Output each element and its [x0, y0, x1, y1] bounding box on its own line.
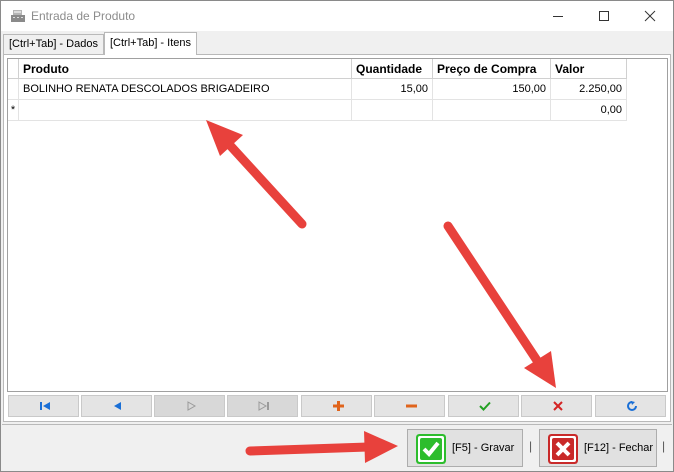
cash-register-icon	[11, 10, 25, 22]
column-header-quantidade[interactable]: Quantidade	[352, 59, 433, 79]
nav-refresh-button[interactable]	[595, 395, 666, 417]
minimize-button[interactable]	[535, 1, 581, 31]
prior-icon	[114, 402, 121, 410]
footer-bar: [F5] - Gravar | [F12] - Fechar |	[2, 424, 672, 471]
column-header-produto[interactable]: Produto	[19, 59, 352, 79]
cell-quantidade[interactable]	[352, 100, 433, 121]
cell-preco[interactable]	[433, 100, 551, 121]
window-title: Entrada de Produto	[31, 9, 136, 23]
separator: |	[529, 439, 533, 453]
row-indicator	[8, 79, 19, 100]
entrada-produto-window: Entrada de Produto [Ctrl+Tab] - Dados [C…	[0, 0, 674, 472]
maximize-button[interactable]	[581, 1, 627, 31]
row-indicator: *	[8, 100, 19, 121]
tab-strip: [Ctrl+Tab] - Dados [Ctrl+Tab] - Itens	[1, 31, 673, 55]
first-icon	[40, 402, 50, 410]
nav-next-button[interactable]	[154, 395, 225, 417]
db-navigator	[8, 395, 668, 417]
separator: |	[662, 439, 666, 453]
post-icon	[479, 401, 491, 411]
check-icon	[416, 434, 446, 464]
insert-icon	[333, 401, 344, 411]
tab-itens[interactable]: [Ctrl+Tab] - Itens	[104, 32, 198, 55]
nav-post-button[interactable]	[448, 395, 519, 417]
column-header-preco[interactable]: Preço de Compra	[433, 59, 551, 79]
items-panel: Produto Quantidade Preço de Compra Valor…	[3, 54, 671, 422]
maximize-icon	[599, 11, 609, 21]
close-button[interactable]: [F12] - Fechar	[539, 429, 657, 467]
cell-valor[interactable]: 0,00	[551, 100, 627, 121]
next-icon	[187, 401, 197, 411]
nav-prior-button[interactable]	[81, 395, 152, 417]
nav-cancel-button[interactable]	[521, 395, 592, 417]
cell-quantidade[interactable]: 15,00	[352, 79, 433, 100]
cell-produto[interactable]: BOLINHO RENATA DESCOLADOS BRIGADEIRO	[19, 79, 352, 100]
cell-valor[interactable]: 2.250,00	[551, 79, 627, 100]
nav-first-button[interactable]	[8, 395, 79, 417]
nav-insert-button[interactable]	[301, 395, 372, 417]
header-indicator	[8, 59, 19, 79]
tab-dados[interactable]: [Ctrl+Tab] - Dados	[3, 34, 104, 54]
nav-delete-button[interactable]	[374, 395, 445, 417]
delete-icon	[406, 404, 417, 408]
close-icon	[644, 10, 656, 22]
save-label: [F5] - Gravar	[452, 442, 515, 454]
close-window-button[interactable]	[627, 1, 673, 31]
title-bar: Entrada de Produto	[1, 1, 673, 31]
refresh-icon	[627, 401, 637, 411]
cancel-icon	[553, 401, 563, 411]
minimize-icon	[553, 16, 563, 17]
close-x-icon	[548, 434, 578, 464]
nav-last-button[interactable]	[227, 395, 298, 417]
last-icon	[258, 401, 269, 411]
column-header-valor[interactable]: Valor	[551, 59, 627, 79]
save-button[interactable]: [F5] - Gravar	[407, 429, 523, 467]
cell-produto[interactable]	[19, 100, 352, 121]
cell-preco[interactable]: 150,00	[433, 79, 551, 100]
items-grid[interactable]: Produto Quantidade Preço de Compra Valor…	[7, 58, 668, 392]
close-label: [F12] - Fechar	[584, 442, 654, 454]
